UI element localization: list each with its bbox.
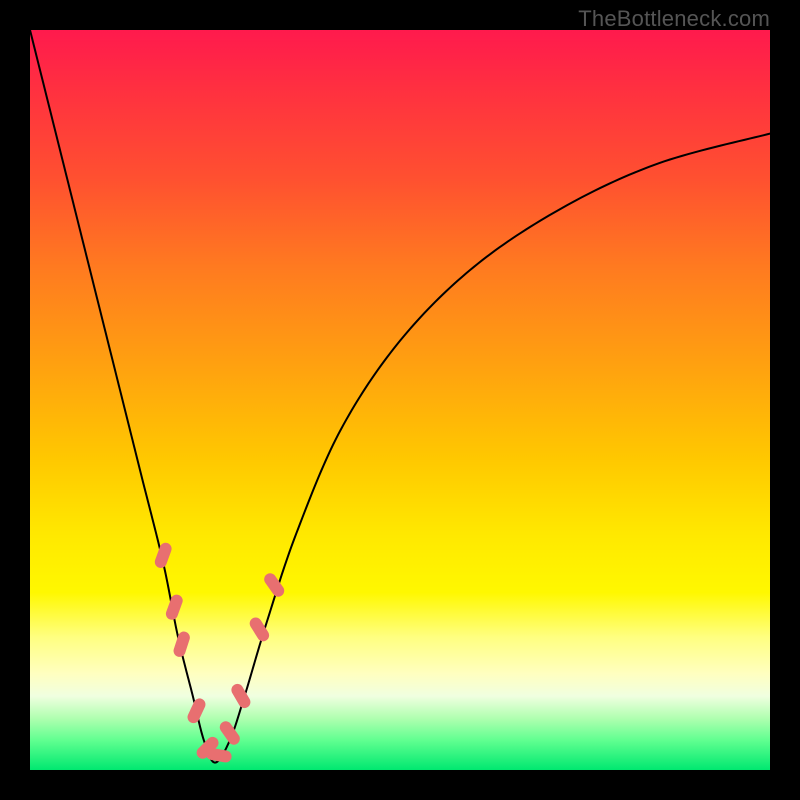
highlight-markers [153, 541, 286, 763]
chart-frame: TheBottleneck.com [0, 0, 800, 800]
bottleneck-curve [30, 30, 770, 763]
chart-plot-area [30, 30, 770, 770]
marker-pill [186, 696, 208, 725]
attribution-label: TheBottleneck.com [578, 6, 770, 32]
marker-pill [205, 747, 233, 763]
chart-svg [30, 30, 770, 770]
marker-pill [164, 593, 184, 622]
marker-pill [217, 719, 242, 747]
marker-pill [262, 571, 287, 599]
marker-pill [172, 630, 191, 658]
marker-pill [153, 541, 173, 570]
marker-pill [229, 682, 252, 711]
